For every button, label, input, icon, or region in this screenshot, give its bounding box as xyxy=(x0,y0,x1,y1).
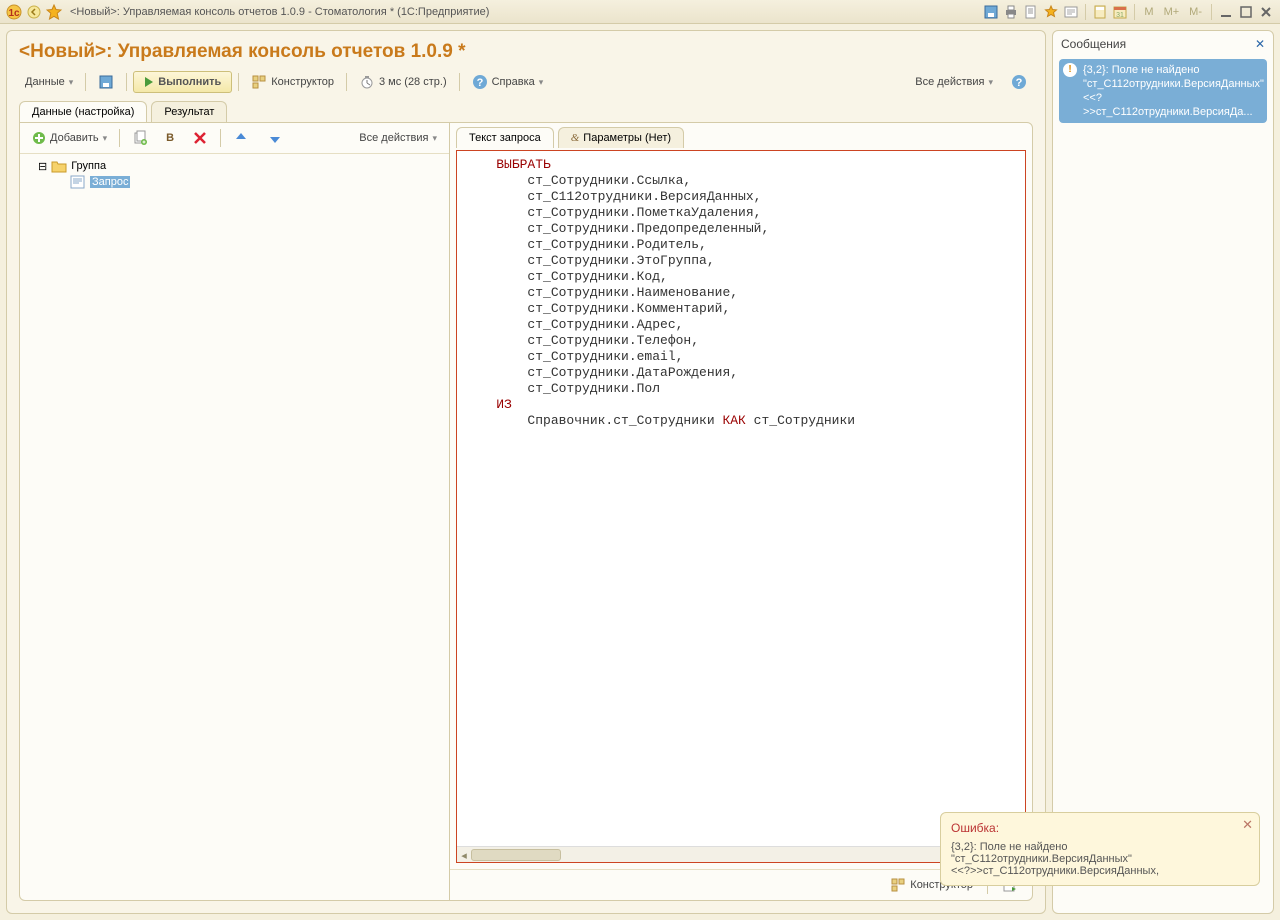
window-titlebar: 1c <Новый>: Управляемая консоль отчетов … xyxy=(0,0,1280,24)
back-icon[interactable] xyxy=(26,4,42,20)
separator xyxy=(126,73,127,91)
main-tabs: Данные (настройка) Результат xyxy=(7,101,1045,122)
separator xyxy=(1085,4,1086,20)
constructor-button[interactable]: Конструктор xyxy=(245,71,340,93)
add-button[interactable]: Добавить xyxy=(26,128,113,148)
tab-query-text[interactable]: Текст запроса xyxy=(456,127,554,148)
svg-text:31: 31 xyxy=(1117,12,1125,19)
tree-query-label: Запрос xyxy=(90,176,130,188)
execute-button[interactable]: Выполнить xyxy=(133,71,232,93)
tab-result[interactable]: Результат xyxy=(151,101,227,122)
help-menu[interactable]: ?Справка xyxy=(466,71,550,93)
scroll-left-icon[interactable]: ◂ xyxy=(457,847,471,863)
timing-label[interactable]: 3 мс (28 стр.) xyxy=(353,71,453,93)
separator xyxy=(220,129,221,147)
tree-group-label: Группа xyxy=(71,160,106,172)
separator xyxy=(346,73,347,91)
doc-icon[interactable] xyxy=(1023,4,1039,20)
mminus-button[interactable]: M- xyxy=(1186,4,1205,20)
svg-text:?: ? xyxy=(476,77,483,89)
messages-title: Сообщения xyxy=(1061,37,1126,51)
scroll-thumb[interactable] xyxy=(471,849,561,861)
close-error-icon[interactable]: ✕ xyxy=(1242,817,1253,833)
data-menu[interactable]: Данные xyxy=(19,73,79,91)
toolbar: Данные Выполнить Конструктор 3 мс (28 ст… xyxy=(7,67,1045,101)
favorite-icon[interactable] xyxy=(46,4,62,20)
move-up-icon[interactable] xyxy=(227,127,255,149)
folder-icon xyxy=(51,159,67,173)
query-editor[interactable]: ВЫБРАТЬ ст_Сотрудники.Ссылка, ст_С112отр… xyxy=(456,150,1026,863)
separator xyxy=(119,129,120,147)
collapse-icon[interactable]: ⊟ xyxy=(38,160,47,173)
separator xyxy=(459,73,460,91)
tree-body[interactable]: ⊟ Группа Запрос xyxy=(20,154,449,900)
query-icon xyxy=(70,175,86,189)
query-panel: Текст запроса &Параметры (Нет) ВЫБРАТЬ с… xyxy=(450,123,1032,900)
close-messages-icon[interactable]: ✕ xyxy=(1255,37,1265,51)
separator xyxy=(238,73,239,91)
all-actions-menu[interactable]: Все действия xyxy=(909,73,999,91)
bold-button[interactable]: В xyxy=(160,129,180,147)
copy-icon[interactable] xyxy=(126,127,154,149)
minimize-icon[interactable] xyxy=(1218,4,1234,20)
separator xyxy=(1134,4,1135,20)
message-text: {3,2}: Поле не найдено "ст_С112отрудники… xyxy=(1083,64,1264,118)
main-panel: <Новый>: Управляемая консоль отчетов 1.0… xyxy=(6,30,1046,914)
separator xyxy=(1211,4,1212,20)
move-down-icon[interactable] xyxy=(261,127,289,149)
tree-toolbar: Добавить В Все действия xyxy=(20,123,449,154)
calc-icon[interactable] xyxy=(1092,4,1108,20)
m-button[interactable]: M xyxy=(1141,4,1156,20)
calendar-icon[interactable]: 31 xyxy=(1112,4,1128,20)
svg-text:1c: 1c xyxy=(8,8,20,19)
page-title: <Новый>: Управляемая консоль отчетов 1.0… xyxy=(7,31,1045,67)
messages-panel: Сообщения ✕ ! {3,2}: Поле не найдено "ст… xyxy=(1052,30,1274,914)
tab-query-params[interactable]: &Параметры (Нет) xyxy=(558,127,684,148)
messages-header: Сообщения ✕ xyxy=(1053,31,1273,57)
tree-all-actions[interactable]: Все действия xyxy=(353,129,443,147)
error-title: Ошибка: xyxy=(951,821,1249,835)
error-body: {3,2}: Поле не найдено "ст_С112отрудники… xyxy=(951,841,1249,877)
history-icon[interactable] xyxy=(1063,4,1079,20)
help-icon[interactable]: ? xyxy=(1005,71,1033,93)
app-icon: 1c xyxy=(6,4,22,20)
tree-panel: Добавить В Все действия ⊟ Группа xyxy=(20,123,450,900)
tab-settings[interactable]: Данные (настройка) xyxy=(19,101,147,122)
mplus-button[interactable]: M+ xyxy=(1161,4,1183,20)
maximize-icon[interactable] xyxy=(1238,4,1254,20)
print-icon[interactable] xyxy=(1003,4,1019,20)
warning-icon: ! xyxy=(1063,63,1077,77)
save-button[interactable] xyxy=(92,71,120,93)
delete-icon[interactable] xyxy=(186,127,214,149)
save-icon[interactable] xyxy=(983,4,999,20)
query-tabs: Текст запроса &Параметры (Нет) xyxy=(450,123,1032,148)
close-window-icon[interactable] xyxy=(1258,4,1274,20)
window-title: <Новый>: Управляемая консоль отчетов 1.0… xyxy=(70,6,489,18)
message-item[interactable]: ! {3,2}: Поле не найдено "ст_С112отрудни… xyxy=(1059,59,1267,123)
error-tooltip: ✕ Ошибка: {3,2}: Поле не найдено "ст_С11… xyxy=(940,812,1260,886)
separator xyxy=(85,73,86,91)
svg-text:?: ? xyxy=(1016,77,1023,89)
tree-query-row[interactable]: Запрос xyxy=(24,174,445,190)
tree-group-row[interactable]: ⊟ Группа xyxy=(24,158,445,174)
star-icon[interactable] xyxy=(1043,4,1059,20)
